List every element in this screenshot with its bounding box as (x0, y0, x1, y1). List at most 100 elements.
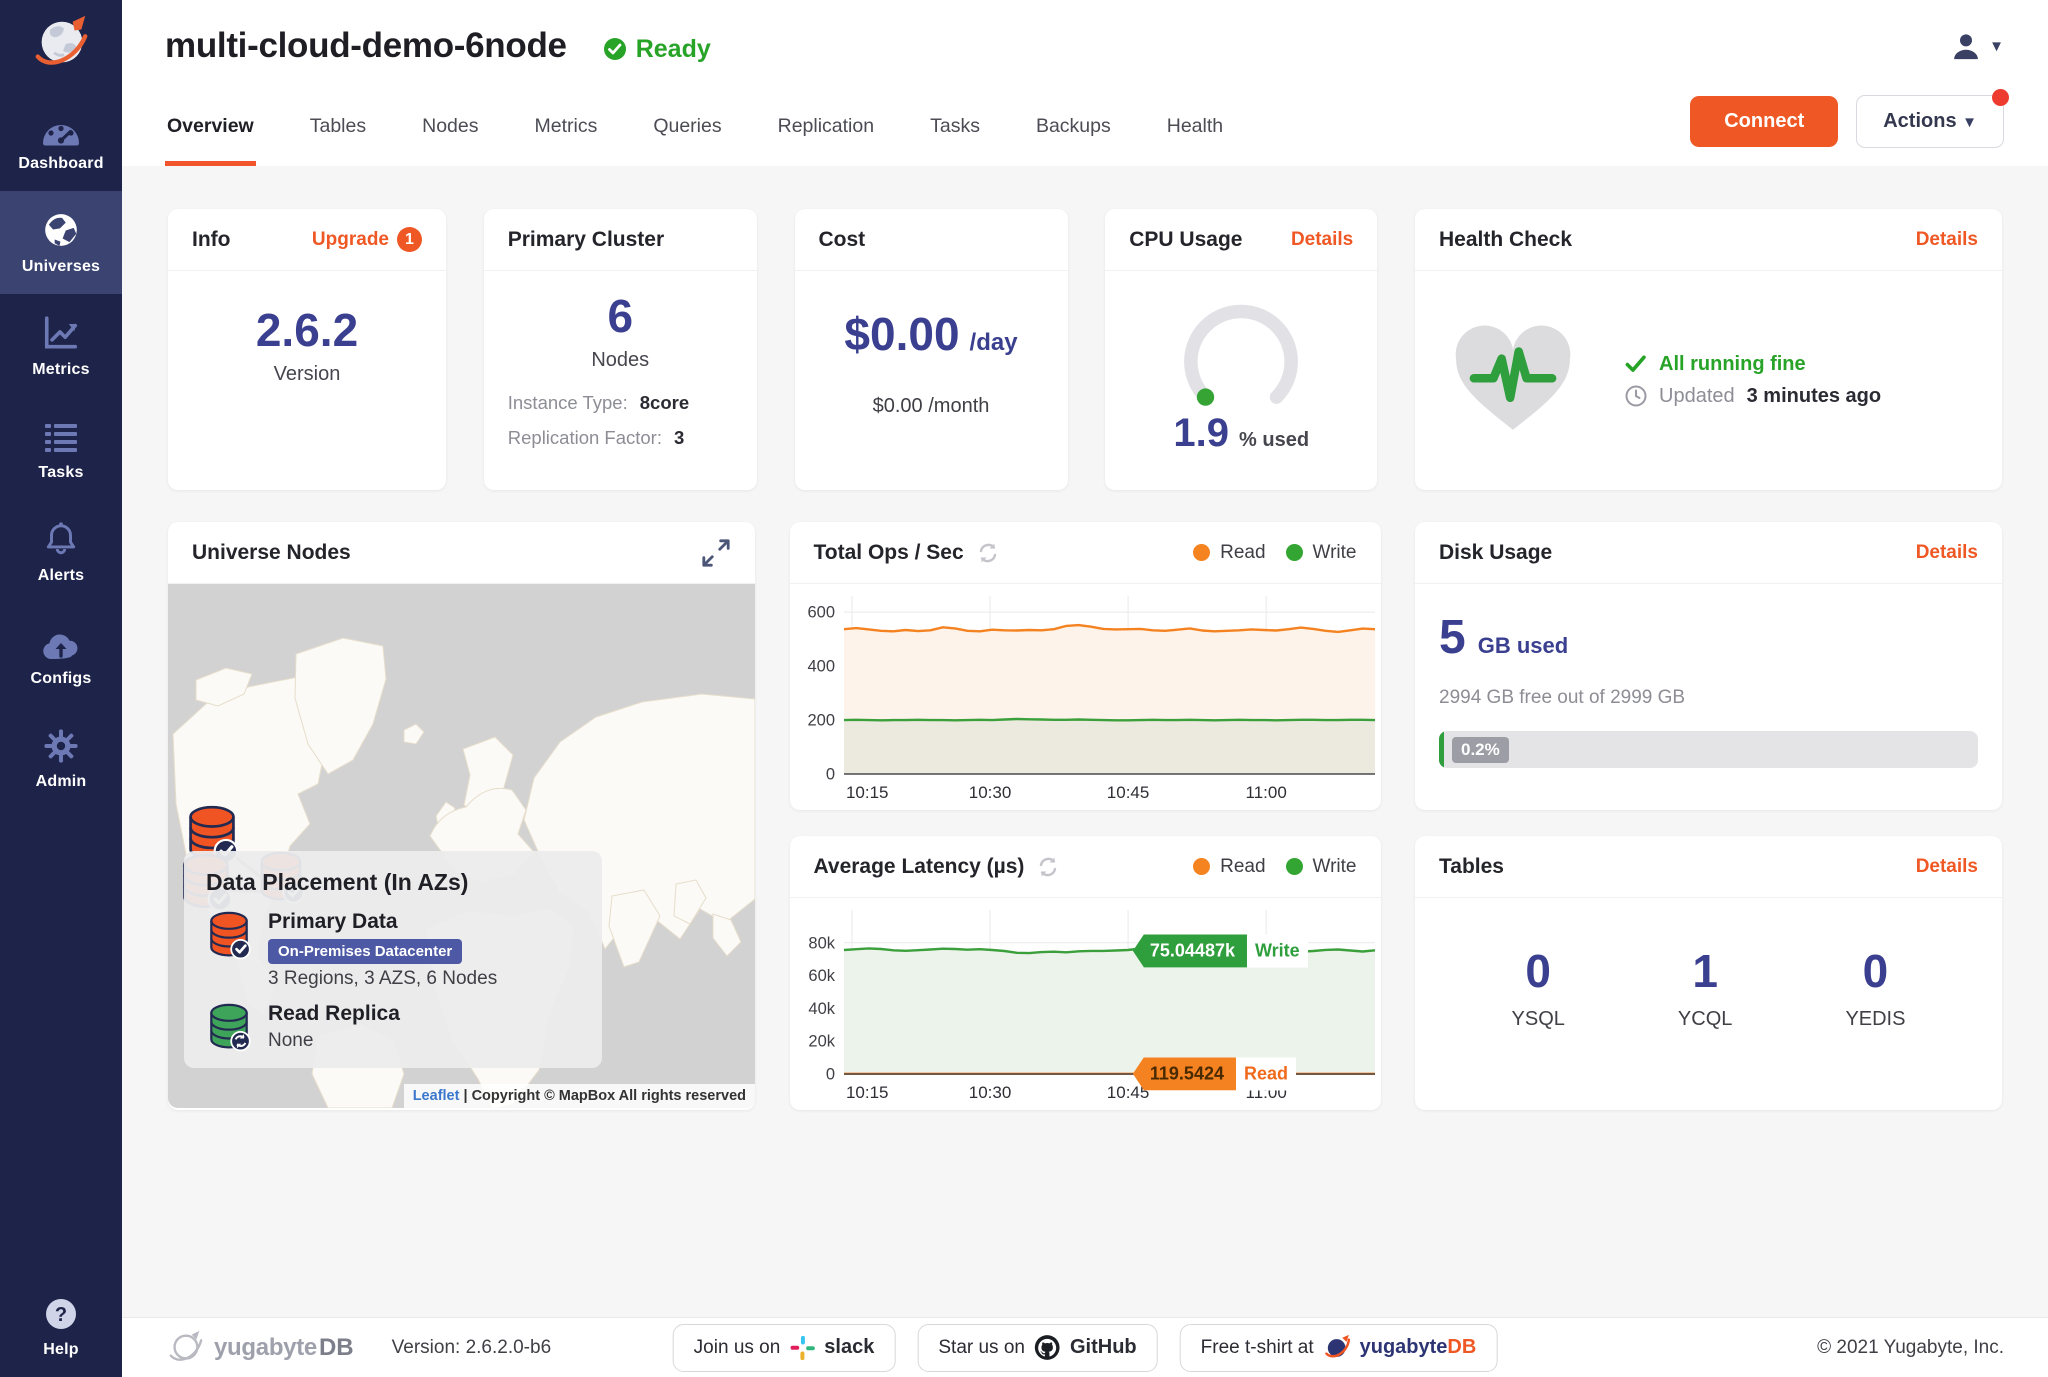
sidebar-item-admin[interactable]: Admin (0, 706, 122, 809)
card-title: Primary Cluster (508, 228, 664, 252)
universe-nodes-card: Universe Nodes (168, 522, 755, 1110)
sidebar-item-dashboard[interactable]: Dashboard (0, 88, 122, 191)
button-prefix: Join us on (694, 1337, 781, 1359)
title-row: multi-cloud-demo-6node Ready ▼ (122, 0, 2048, 92)
check-circle-icon (603, 37, 627, 61)
svg-text:10:30: 10:30 (968, 783, 1011, 802)
tab-nodes[interactable]: Nodes (420, 92, 480, 166)
version-label: Version (274, 363, 341, 386)
brand-suffix: DB (319, 1334, 354, 1362)
card-header: Disk Usage Details (1415, 522, 2002, 584)
admin-gear-icon (43, 726, 79, 764)
replica-db-icon (206, 1002, 252, 1052)
primary-data-label: Primary Data (268, 910, 497, 934)
read-replica-text: Read Replica None (268, 1002, 400, 1052)
tables-card: Tables Details 0 YSQL 1 YCQL 0 YEDIS (1415, 836, 2002, 1110)
yedis-count: 0 (1863, 944, 1889, 998)
sidebar-item-label: Universes (22, 258, 100, 276)
button-label: slack (824, 1336, 874, 1359)
card-title: Universe Nodes (192, 541, 351, 565)
health-status-text: All running fine (1659, 353, 1806, 376)
map-attribution: Leaflet | Copyright © MapBox All rights … (404, 1084, 755, 1108)
refresh-icon[interactable] (1036, 855, 1060, 879)
svg-text:11:00: 11:00 (1245, 783, 1286, 802)
write-legend-label: Write (1313, 856, 1357, 878)
svg-text:80k: 80k (808, 934, 835, 952)
attribution-text: | Copyright © MapBox All rights reserved (463, 1088, 746, 1104)
connect-button[interactable]: Connect (1690, 96, 1838, 147)
page-title: multi-cloud-demo-6node (165, 26, 567, 66)
provider-badge: On-Premises Datacenter (268, 939, 462, 964)
svg-text:10:45: 10:45 (1106, 783, 1149, 802)
upgrade-link[interactable]: Upgrade 1 (312, 227, 422, 252)
card-title: CPU Usage (1129, 228, 1242, 252)
disk-details-link[interactable]: Details (1916, 542, 1978, 564)
data-placement-panel: Data Placement (In AZs) Primary Data (184, 851, 602, 1068)
yugabyte-logo[interactable] (0, 0, 122, 88)
sidebar-item-label: Configs (31, 670, 92, 688)
tab-metrics[interactable]: Metrics (532, 92, 599, 166)
health-details-link[interactable]: Details (1916, 229, 1978, 251)
disk-body: 5 GB used 2994 GB free out of 2999 GB 0.… (1415, 584, 2002, 768)
button-prefix: Free t-shirt at (1201, 1337, 1314, 1359)
actions-button[interactable]: Actions ▼ (1856, 95, 2004, 148)
disk-used-value: 5 (1439, 610, 1466, 665)
chevron-down-icon: ▼ (1962, 114, 1977, 131)
health-status-row: All running fine (1625, 353, 1881, 376)
world-map[interactable]: Data Placement (In AZs) Primary Data (168, 584, 755, 1108)
slack-icon (789, 1335, 815, 1361)
card-header: Info Upgrade 1 (168, 209, 446, 271)
cpu-gauge-wrap: 1.9 % used (1159, 271, 1323, 456)
help-icon: ? (43, 1294, 79, 1332)
right-column: Disk Usage Details 5 GB used 2994 GB fre… (1415, 522, 2002, 1110)
github-button[interactable]: Star us on GitHub (917, 1324, 1157, 1372)
svg-text:10:15: 10:15 (845, 783, 888, 802)
brand-name: yugabyte (214, 1334, 317, 1362)
expand-icon[interactable] (701, 538, 731, 568)
info-card: Info Upgrade 1 2.6.2 Version (168, 209, 446, 490)
tab-queries[interactable]: Queries (651, 92, 723, 166)
card-header: Tables Details (1415, 836, 2002, 898)
sidebar-item-help[interactable]: ? Help (0, 1282, 122, 1371)
tab-tasks[interactable]: Tasks (928, 92, 982, 166)
row-value: 3 (674, 427, 684, 449)
cost-card: Cost $0.00 /day $0.00 /month (795, 209, 1068, 490)
svg-text:40k: 40k (808, 1000, 835, 1018)
tables-details-link[interactable]: Details (1916, 856, 1978, 878)
footer-version: Version: 2.6.2.0-b6 (392, 1337, 552, 1359)
universes-globe-icon (42, 211, 80, 249)
yugabyte-footer-logo (166, 1329, 204, 1367)
user-menu[interactable]: ▼ (1951, 31, 2004, 61)
row-key: Replication Factor: (508, 427, 662, 449)
chart-annotation: 119.5424Read (1133, 1057, 1296, 1090)
sidebar-item-label: Alerts (38, 567, 85, 585)
refresh-icon[interactable] (976, 541, 1000, 565)
table-count-item: 0 YEDIS (1845, 944, 1905, 1031)
primary-cluster-card: Primary Cluster 6 Nodes Instance Type: 8… (484, 209, 757, 490)
notification-dot (1992, 89, 2009, 106)
metrics-chart-icon (42, 314, 80, 352)
tab-health[interactable]: Health (1165, 92, 1225, 166)
tab-backups[interactable]: Backups (1034, 92, 1113, 166)
tab-overview[interactable]: Overview (165, 92, 256, 166)
sidebar-item-configs[interactable]: Configs (0, 603, 122, 706)
sidebar-nav: Dashboard Universes Metrics Tasks Alerts (0, 88, 122, 809)
health-updated-row: Updated 3 minutes ago (1625, 385, 1881, 408)
avg-latency-card: Average Latency (µs) Read Write 020k40k6… (790, 836, 1381, 1110)
leaflet-link[interactable]: Leaflet (413, 1088, 460, 1104)
disk-progress-bar: 0.2% (1439, 731, 1978, 768)
chevron-down-icon: ▼ (1989, 38, 2004, 55)
button-label: GitHub (1070, 1336, 1137, 1359)
updated-value: 3 minutes ago (1747, 385, 1881, 408)
sidebar-item-universes[interactable]: Universes (0, 191, 122, 294)
sidebar-item-metrics[interactable]: Metrics (0, 294, 122, 397)
tab-replication[interactable]: Replication (776, 92, 876, 166)
dashboard-icon (40, 108, 82, 146)
tab-tables[interactable]: Tables (308, 92, 368, 166)
card-header: Health Check Details (1415, 209, 2002, 271)
cpu-details-link[interactable]: Details (1291, 229, 1353, 251)
slack-button[interactable]: Join us on slack (673, 1324, 896, 1372)
sidebar-item-tasks[interactable]: Tasks (0, 397, 122, 500)
tshirt-button[interactable]: Free t-shirt at yugabyteDB (1180, 1324, 1498, 1372)
sidebar-item-alerts[interactable]: Alerts (0, 500, 122, 603)
